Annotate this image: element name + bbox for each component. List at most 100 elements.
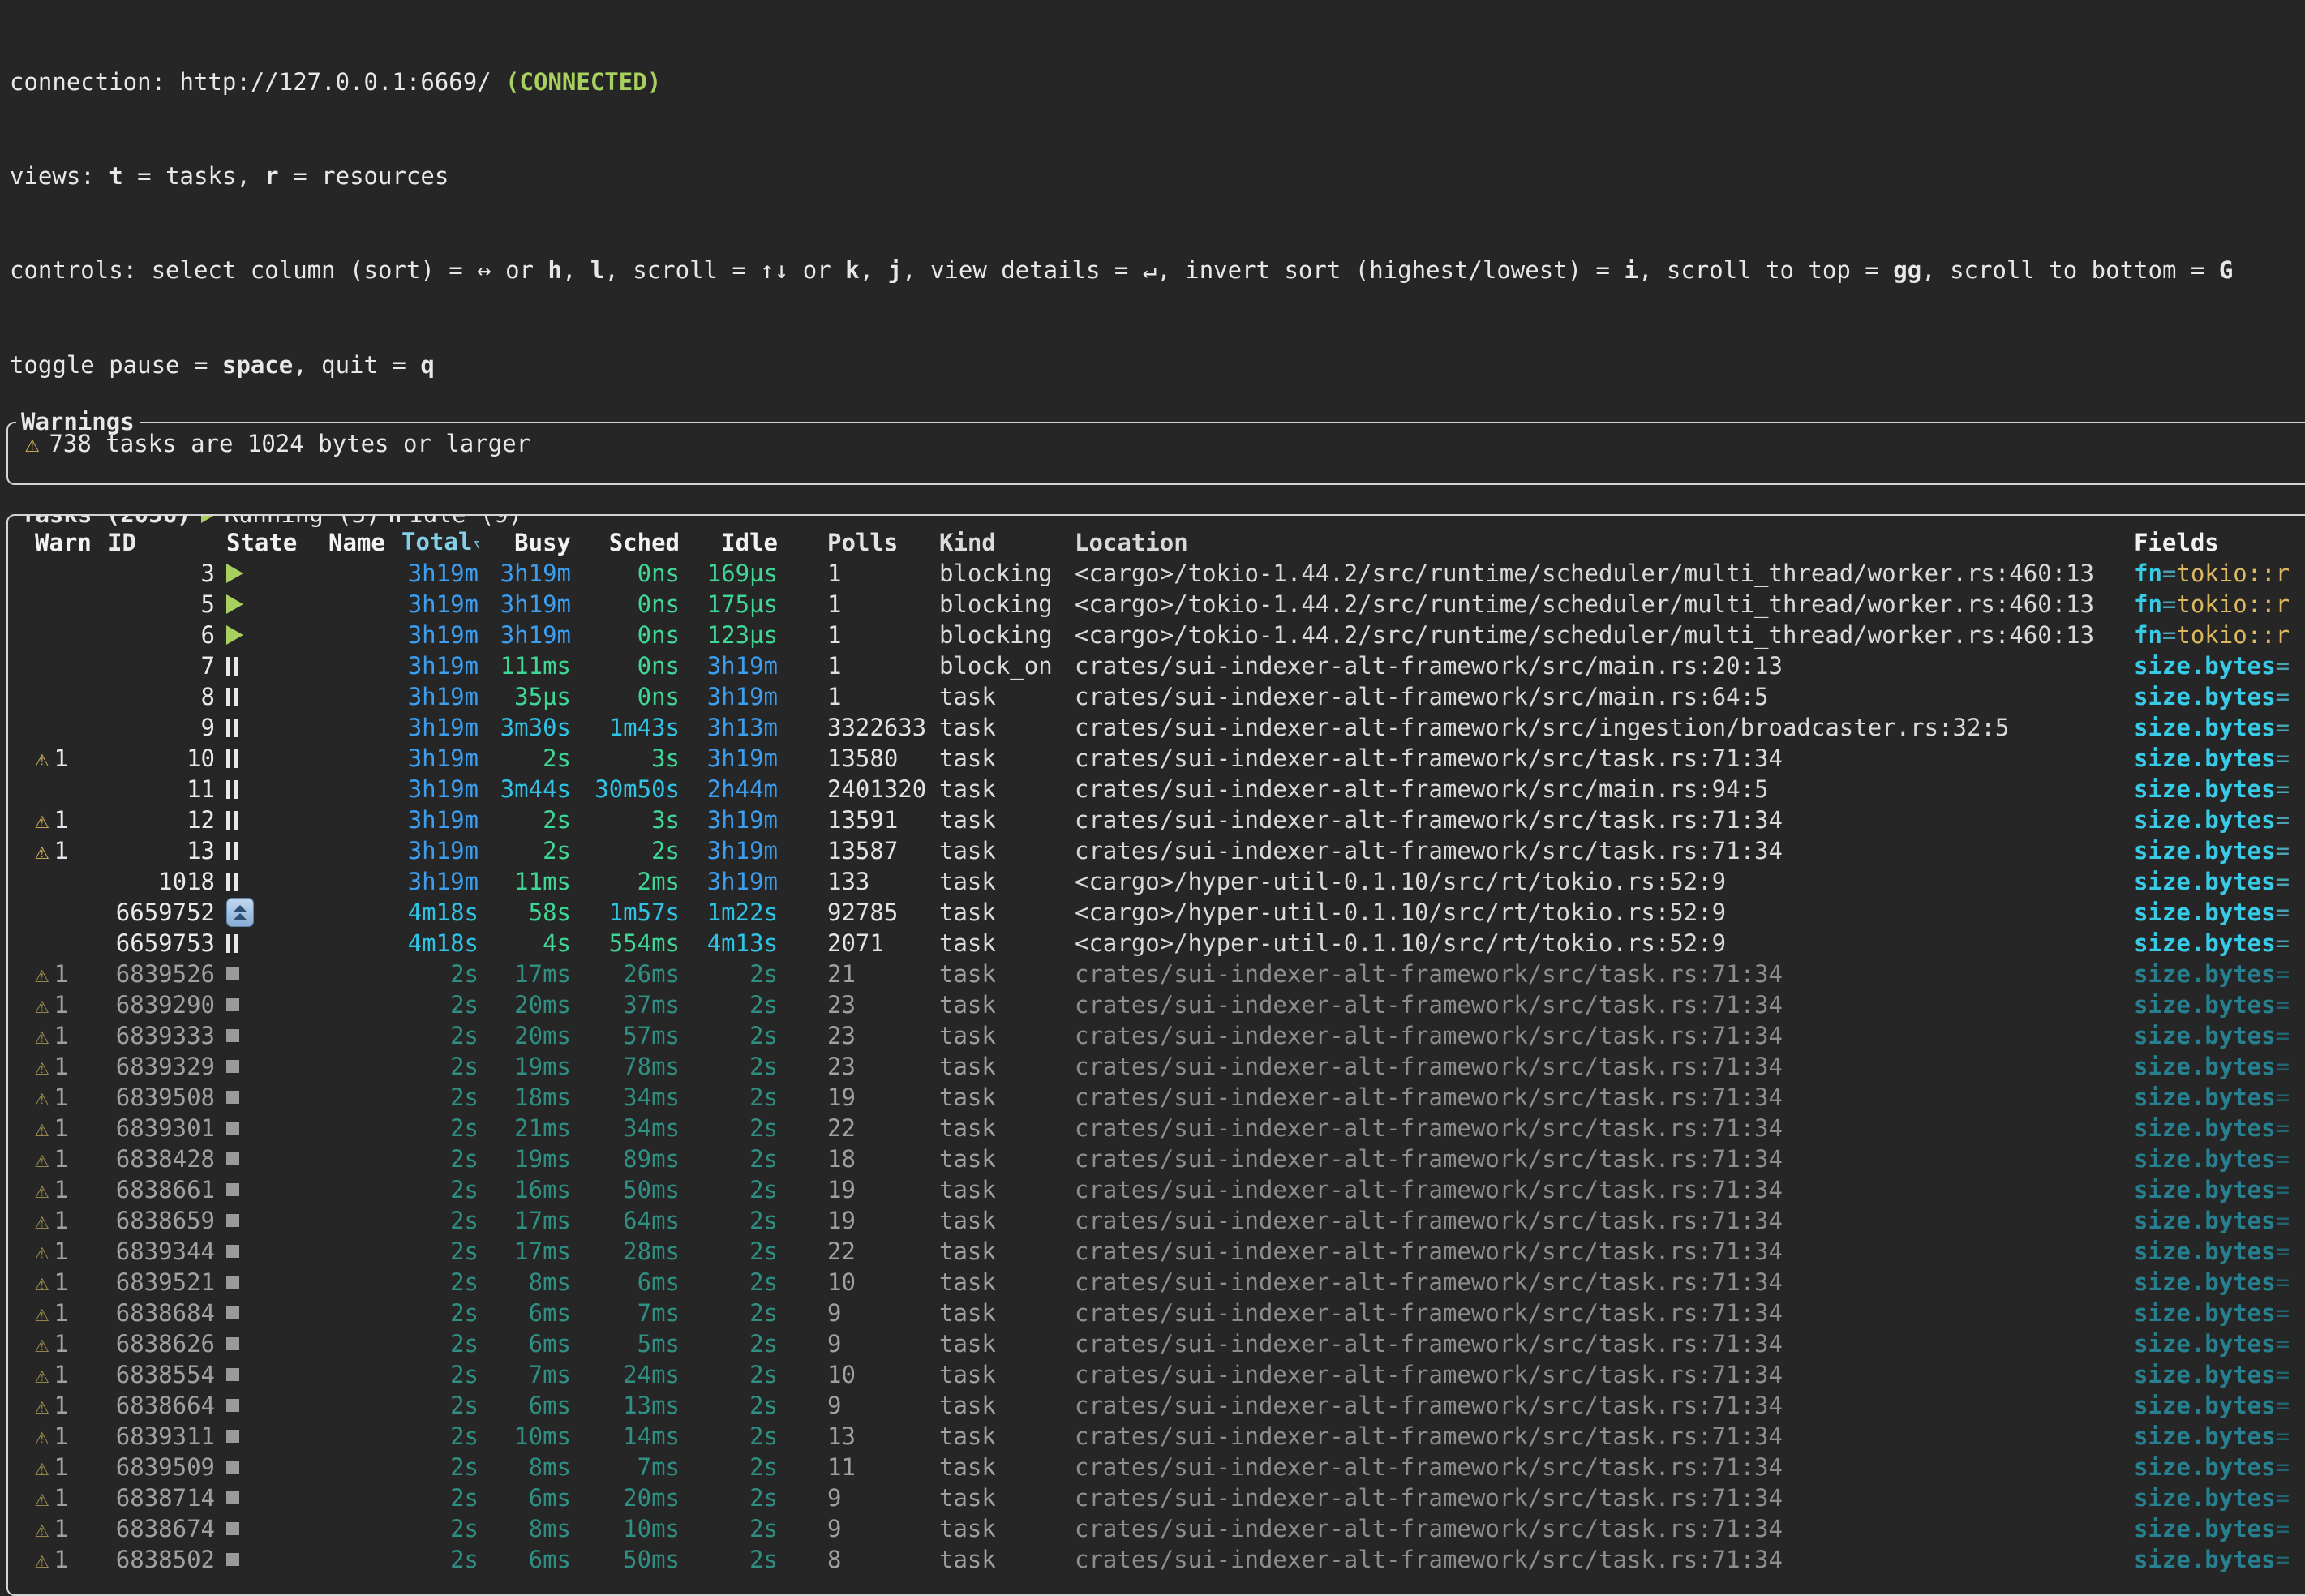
total-value: 3h19m: [408, 621, 479, 649]
sched-duration: 2ms: [571, 866, 680, 897]
idle-duration: 2s: [680, 1205, 778, 1236]
column-header-id[interactable]: ID: [108, 527, 215, 558]
text-segment: , view details =: [902, 256, 1143, 284]
task-row[interactable]: ⚠168385022s6ms50ms2s8taskcrates/sui-inde…: [8, 1544, 2305, 1575]
task-row[interactable]: ⚠168384282s19ms89ms2s18taskcrates/sui-in…: [8, 1143, 2305, 1174]
task-row[interactable]: ⚠168386612s16ms50ms2s19taskcrates/sui-in…: [8, 1174, 2305, 1205]
state-cell: [215, 1276, 328, 1289]
idle-value: 2s: [749, 1361, 778, 1388]
busy-value: 18ms: [514, 1083, 571, 1111]
task-row[interactable]: ⚠168386592s17ms64ms2s19taskcrates/sui-in…: [8, 1205, 2305, 1236]
task-kind: task: [927, 1082, 1062, 1113]
sched-duration: 78ms: [571, 1051, 680, 1082]
column-header-label: Fields: [2134, 529, 2219, 556]
idle-duration: 2s: [680, 1113, 778, 1143]
text-segment: , scroll to top =: [1638, 256, 1893, 284]
field-key: size.bytes: [2134, 1022, 2276, 1049]
fields-cell: size.bytes=: [2122, 866, 2305, 897]
idle-duration: 2s: [680, 1390, 778, 1421]
column-header-loc[interactable]: Location: [1062, 527, 2122, 558]
warn-count: 1: [54, 1359, 67, 1390]
task-row[interactable]: ⚠168385542s7ms24ms2s10taskcrates/sui-ind…: [8, 1359, 2305, 1390]
idle-duration: 2s: [680, 1051, 778, 1082]
column-header-idle[interactable]: Idle: [680, 527, 778, 558]
warning-icon: ⚠: [35, 1051, 49, 1082]
polls-count: 23: [778, 989, 927, 1020]
idle-duration: 2s: [680, 1143, 778, 1174]
total-duration: 2s: [401, 1328, 479, 1359]
task-row[interactable]: ⚠168386842s6ms7ms2s9taskcrates/sui-index…: [8, 1298, 2305, 1328]
busy-duration: 3h19m: [479, 589, 571, 620]
task-row[interactable]: 10183h19m11ms2ms3h19m133task<cargo>/hype…: [8, 866, 2305, 897]
task-id: 6838626: [108, 1328, 215, 1359]
column-header-fields[interactable]: Fields: [2122, 527, 2305, 558]
column-header-polls[interactable]: Polls: [778, 527, 927, 558]
fields-cell: size.bytes=: [2122, 1051, 2305, 1082]
column-header-name[interactable]: Name: [328, 527, 401, 558]
task-row[interactable]: ⚠168387142s6ms20ms2s9taskcrates/sui-inde…: [8, 1482, 2305, 1513]
task-row[interactable]: ⚠1103h19m2s3s3h19m13580taskcrates/sui-in…: [8, 743, 2305, 774]
task-row[interactable]: 53h19m3h19m0ns175µs1blocking<cargo>/toki…: [8, 589, 2305, 620]
column-header-total[interactable]: Total▿: [401, 527, 479, 558]
connection-status: (CONNECTED): [505, 68, 661, 96]
column-header-kind[interactable]: Kind: [927, 527, 1062, 558]
completed-icon: [226, 1461, 239, 1474]
task-row[interactable]: ⚠168393292s19ms78ms2s23taskcrates/sui-in…: [8, 1051, 2305, 1082]
task-kind: task: [927, 1143, 1062, 1174]
task-row[interactable]: 83h19m35µs0ns3h19m1taskcrates/sui-indexe…: [8, 681, 2305, 712]
warn-count: 1: [54, 1205, 67, 1236]
idle-value: 2s: [749, 1207, 778, 1234]
busy-duration: 20ms: [479, 1020, 571, 1051]
task-row[interactable]: 113h19m3m44s30m50s2h44m2401320taskcrates…: [8, 774, 2305, 804]
task-row[interactable]: 33h19m3h19m0ns169µs1blocking<cargo>/toki…: [8, 558, 2305, 589]
polls-count: 19: [778, 1174, 927, 1205]
task-row[interactable]: 73h19m111ms0ns3h19m1block_oncrates/sui-i…: [8, 650, 2305, 681]
task-row[interactable]: ⚠168395092s8ms7ms2s11taskcrates/sui-inde…: [8, 1452, 2305, 1482]
total-value: 2s: [450, 1238, 479, 1265]
text-segment: toggle pause =: [10, 351, 222, 379]
warning-icon: ⚠: [35, 1452, 49, 1482]
task-row[interactable]: ⚠168393442s17ms28ms2s22taskcrates/sui-in…: [8, 1236, 2305, 1267]
text-segment: = tasks,: [123, 162, 265, 190]
polls-count: 18: [778, 1143, 927, 1174]
idle-value: 2s: [749, 1238, 778, 1265]
task-row[interactable]: ⚠168386262s6ms5ms2s9taskcrates/sui-index…: [8, 1328, 2305, 1359]
sched-duration: 5ms: [571, 1328, 680, 1359]
task-location: crates/sui-indexer-alt-framework/src/tas…: [1062, 1359, 2122, 1390]
task-row[interactable]: ⚠168395262s17ms26ms2s21taskcrates/sui-in…: [8, 959, 2305, 989]
total-duration: 2s: [401, 1113, 479, 1143]
warning-icon: ⚠: [35, 959, 49, 989]
busy-value: 21ms: [514, 1114, 571, 1142]
task-row[interactable]: ⚠168386642s6ms13ms2s9taskcrates/sui-inde…: [8, 1390, 2305, 1421]
sched-value: 3s: [651, 744, 680, 772]
task-row[interactable]: ⚠168393332s20ms57ms2s23taskcrates/sui-in…: [8, 1020, 2305, 1051]
column-header-busy[interactable]: Busy: [479, 527, 571, 558]
task-row[interactable]: ⚠1123h19m2s3s3h19m13591taskcrates/sui-in…: [8, 804, 2305, 835]
task-row[interactable]: ⚠168395212s8ms6ms2s10taskcrates/sui-inde…: [8, 1267, 2305, 1298]
task-row[interactable]: ⚠1133h19m2s2s3h19m13587taskcrates/sui-in…: [8, 835, 2305, 866]
idle-duration: 2s: [680, 1298, 778, 1328]
total-value: 3h19m: [408, 837, 479, 865]
state-cell: [215, 998, 328, 1011]
column-header-state[interactable]: State: [215, 527, 328, 558]
column-header-warn[interactable]: Warn: [25, 527, 108, 558]
task-row[interactable]: 63h19m3h19m0ns123µs1blocking<cargo>/toki…: [8, 620, 2305, 650]
task-row[interactable]: ⚠168393012s21ms34ms2s22taskcrates/sui-in…: [8, 1113, 2305, 1143]
task-row[interactable]: 93h19m3m30s1m43s3h13m3322633taskcrates/s…: [8, 712, 2305, 743]
sched-duration: 13ms: [571, 1390, 680, 1421]
column-header-sched[interactable]: Sched: [571, 527, 680, 558]
idle-value: 2s: [749, 1515, 778, 1542]
task-row[interactable]: ⚠168393112s10ms14ms2s13taskcrates/sui-in…: [8, 1421, 2305, 1452]
polls-count: 21: [778, 959, 927, 989]
total-duration: 2s: [401, 1359, 479, 1390]
task-row[interactable]: ⚠168395082s18ms34ms2s19taskcrates/sui-in…: [8, 1082, 2305, 1113]
idle-duration: 3h19m: [680, 743, 778, 774]
task-row[interactable]: 66597524m18s58s1m57s1m22s92785task<cargo…: [8, 897, 2305, 928]
state-cell: [215, 1430, 328, 1443]
state-cell: [215, 1029, 328, 1042]
task-row[interactable]: ⚠168386742s8ms10ms2s9taskcrates/sui-inde…: [8, 1513, 2305, 1544]
task-row[interactable]: ⚠168392902s20ms37ms2s23taskcrates/sui-in…: [8, 989, 2305, 1020]
total-duration: 4m18s: [401, 928, 479, 959]
task-row[interactable]: 66597534m18s4s554ms4m13s2071task<cargo>/…: [8, 928, 2305, 959]
task-id: 6838502: [108, 1544, 215, 1575]
